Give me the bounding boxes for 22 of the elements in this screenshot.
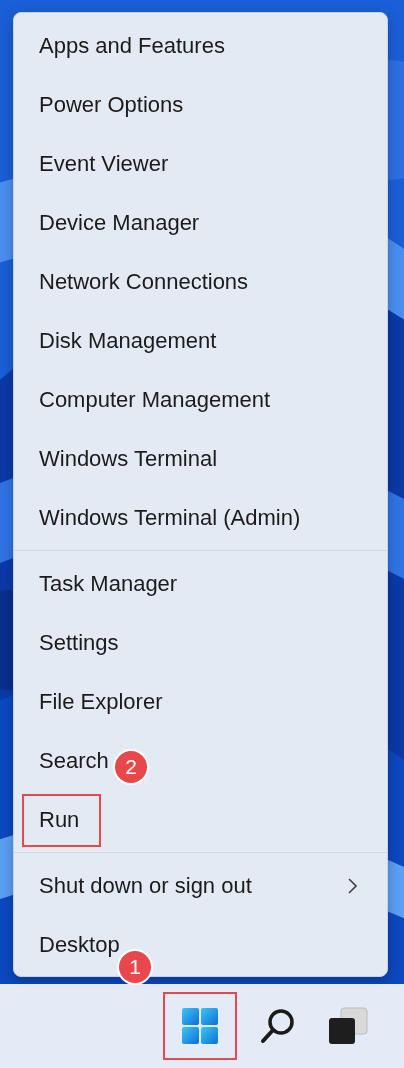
menu-item[interactable]: Event Viewer [39, 148, 169, 179]
windows-logo-icon [182, 1008, 218, 1044]
menu-item[interactable]: Device Manager [39, 207, 200, 238]
menu-item[interactable]: Task Manager [39, 568, 178, 599]
menu-item[interactable]: Run [39, 804, 80, 835]
chevron-right-icon [348, 877, 357, 894]
menu-item[interactable]: Network Connections [39, 266, 249, 297]
task-view-icon [327, 1006, 369, 1046]
menu-item[interactable]: Computer Management [39, 384, 271, 415]
menu-item[interactable]: Settings [39, 627, 119, 658]
menu-item[interactable]: Windows Terminal [39, 443, 218, 474]
menu-item[interactable]: File Explorer [39, 686, 163, 717]
menu-item[interactable]: Shut down or sign out [39, 870, 252, 901]
menu-item[interactable]: Disk Management [39, 325, 217, 356]
search-icon [259, 1007, 297, 1045]
menu-item[interactable]: Windows Terminal (Admin) [39, 502, 301, 533]
menu-item[interactable]: Desktop [39, 929, 120, 960]
menu-item[interactable]: Power Options [39, 89, 184, 120]
step-badge: 1 [119, 951, 151, 983]
menu-item[interactable]: Apps and Features [39, 30, 225, 61]
menu-item[interactable]: Search [39, 745, 109, 776]
step-badge: 2 [115, 751, 147, 783]
